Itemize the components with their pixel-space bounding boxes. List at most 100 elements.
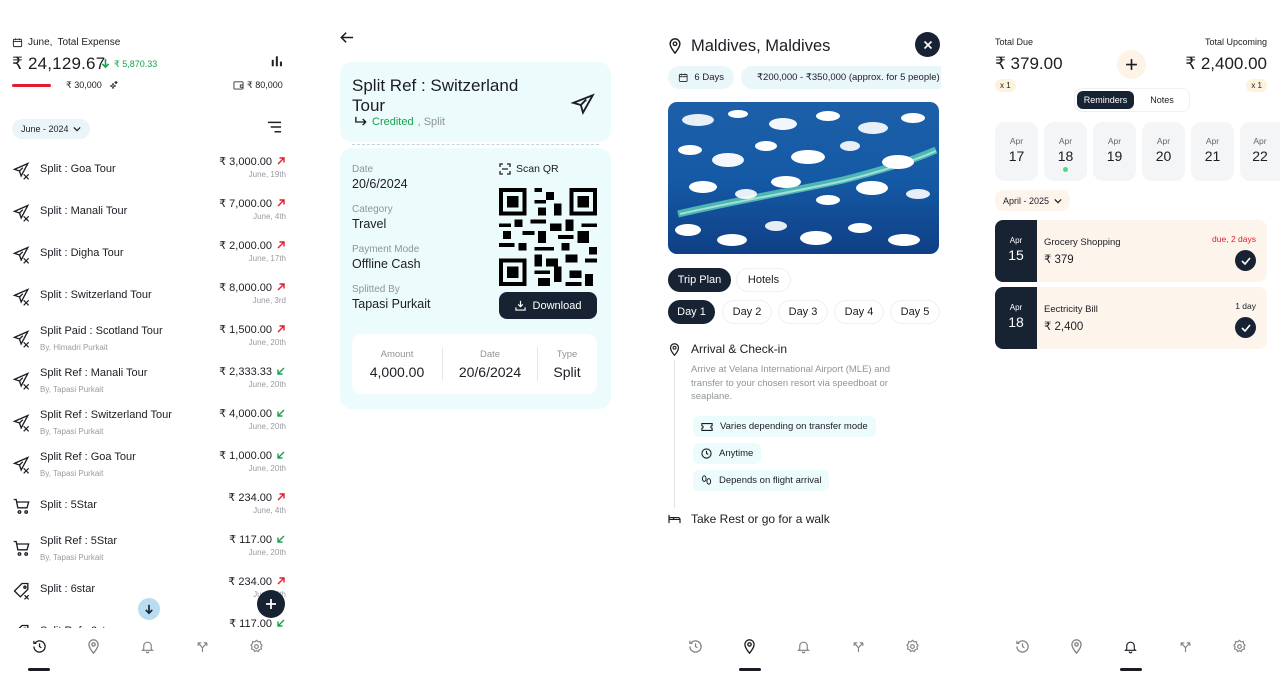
reminder-card[interactable]: Apr 18 Eectricity Bill ₹ 2,400 1 day — [995, 287, 1267, 349]
nav-bell[interactable] — [794, 636, 814, 656]
transaction-row[interactable]: Split Paid : Scotland Tour By, Himadri Pu… — [12, 323, 286, 359]
ticket-title-line1: Split Ref : Switzerland — [352, 76, 519, 95]
calendar-day[interactable]: Apr 17 — [995, 122, 1038, 181]
bar-chart-icon[interactable] — [270, 54, 284, 68]
tab-day-1[interactable]: Day 1 — [668, 300, 715, 324]
transaction-title: Split Paid : Scotland Tour — [40, 325, 163, 337]
settings-icon — [1232, 638, 1247, 654]
filter-icon[interactable] — [267, 121, 282, 133]
calendar-date: 21 — [1204, 148, 1221, 164]
download-button[interactable]: Download — [499, 292, 597, 319]
tab-trip-plan[interactable]: Trip Plan — [668, 268, 731, 292]
transaction-row[interactable]: Split : Switzerland Tour ₹ 8,000.00 June, … — [12, 281, 286, 317]
total-upcoming-count: x 1 — [1246, 79, 1267, 92]
transaction-subtitle: By, Tapasi Purkait — [40, 427, 104, 436]
transaction-row[interactable]: Split Ref : Manali Tour By, Tapasi Purkai… — [12, 365, 286, 401]
ticket-title: Split Ref : Switzerland Tour — [352, 76, 518, 116]
days-pill-text: 6 Days — [694, 72, 724, 83]
close-button[interactable] — [915, 32, 940, 57]
nav-bell[interactable] — [138, 636, 158, 656]
calendar-date: 19 — [1106, 148, 1123, 164]
status-suffix: , Split — [417, 116, 446, 128]
download-icon — [514, 300, 526, 311]
transaction-title: Split : 5Star — [40, 499, 97, 511]
toggle-reminders[interactable]: Reminders — [1077, 91, 1134, 109]
tab-hotels[interactable]: Hotels — [736, 268, 791, 292]
summary-date: Date 20/6/2024 — [443, 349, 537, 380]
ticket-summary: Amount 4,000.00 Date 20/6/2024 Type Spli… — [352, 334, 597, 394]
add-reminder-button[interactable] — [1117, 50, 1146, 79]
bed-icon — [668, 513, 681, 524]
month-selector[interactable]: June - 2024 — [12, 119, 90, 139]
arrow-down-left-icon — [276, 533, 286, 545]
expense-screen: June, Total Expense ₹ 24,129.67 ₹ 5,870.… — [0, 0, 300, 677]
nav-location[interactable] — [1067, 636, 1087, 656]
tab-day-5[interactable]: Day 5 — [890, 300, 940, 324]
scan-qr-text: Scan QR — [516, 163, 559, 175]
transaction-subtitle: By, Tapasi Purkait — [40, 385, 104, 394]
cart-split-icon — [12, 497, 32, 517]
month-label: June, — [28, 37, 53, 48]
calendar-day[interactable]: Apr 19 — [1093, 122, 1136, 181]
nav-location[interactable] — [84, 636, 104, 656]
reminder-day: 18 — [1008, 314, 1024, 330]
reminder-amount: ₹ 379 — [1044, 254, 1074, 266]
split-icon — [195, 639, 210, 654]
scroll-down-button[interactable] — [138, 598, 160, 620]
check-icon — [1240, 323, 1251, 332]
month-selector-label: April - 2025 — [1003, 195, 1050, 206]
transaction-amount: ₹ 234.00 — [228, 576, 272, 588]
transaction-row[interactable]: Split : Manali Tour ₹ 7,000.00 June, 4th — [12, 197, 286, 233]
nav-settings[interactable] — [247, 636, 267, 656]
nav-split[interactable] — [192, 636, 212, 656]
split-icon — [851, 639, 866, 654]
summary-amount-label: Amount — [380, 348, 414, 360]
transaction-row[interactable]: Split : 5Star ₹ 234.00 June, 4th — [12, 491, 286, 527]
location-pin-icon — [669, 343, 680, 356]
calendar-day[interactable]: Apr 20 — [1142, 122, 1185, 181]
toggle-notes[interactable]: Notes — [1137, 91, 1187, 109]
transaction-row[interactable]: Split : Digha Tour ₹ 2,000.00 June, 17th — [12, 239, 286, 275]
location-icon — [743, 638, 756, 654]
mark-paid-button[interactable] — [1235, 317, 1256, 338]
nav-history[interactable] — [685, 636, 705, 656]
transaction-subtitle: By, Himadri Purkait — [40, 343, 108, 352]
transaction-amount: ₹ 4,000.00 — [219, 408, 272, 420]
nav-location[interactable] — [738, 636, 761, 671]
budget-pill: ₹200,000 - ₹350,000 (approx. for 5 peopl… — [741, 66, 941, 89]
reminder-card[interactable]: Apr 15 Grocery Shopping ₹ 379 due, 2 days — [995, 220, 1267, 282]
month-selector[interactable]: April - 2025 — [995, 190, 1071, 211]
chip-flight-arrival: Depends on flight arrival — [693, 470, 830, 491]
nav-split[interactable] — [848, 636, 868, 656]
arrow-up-right-icon — [276, 239, 286, 251]
tab-day-3[interactable]: Day 3 — [778, 300, 828, 324]
days-pill: 6 Days — [668, 66, 734, 89]
tab-day-4[interactable]: Day 4 — [834, 300, 884, 324]
transaction-row[interactable]: Split Ref : Switzerland Tour By, Tapasi P… — [12, 407, 286, 443]
date-block: Date 20/6/2024 — [352, 164, 408, 191]
nav-history[interactable] — [28, 636, 51, 671]
splitted-label: Splitted By — [352, 284, 400, 295]
nav-settings[interactable] — [1230, 636, 1250, 656]
back-arrow-icon[interactable] — [340, 31, 354, 44]
calendar-day[interactable]: Apr 22 — [1240, 122, 1280, 181]
settings-icon — [905, 638, 920, 654]
transaction-row[interactable]: Split Ref : Goa Tour By, Tapasi Purkait ₹ … — [12, 449, 286, 485]
chip-anytime: Anytime — [693, 443, 762, 464]
transaction-row[interactable]: Split : Goa Tour ₹ 3,000.00 June, 19th — [12, 155, 286, 191]
add-transaction-button[interactable] — [257, 590, 285, 618]
calendar-day[interactable]: Apr 21 — [1191, 122, 1234, 181]
tab-day-2[interactable]: Day 2 — [722, 300, 772, 324]
nav-split[interactable] — [1175, 636, 1195, 656]
calendar-day[interactable]: Apr 18 — [1044, 122, 1087, 181]
mark-paid-button[interactable] — [1235, 250, 1256, 271]
chip-text: Anytime — [719, 448, 754, 459]
transaction-row[interactable]: Split Ref : 5Star By, Tapasi Purkait ₹ 117… — [12, 533, 286, 569]
scan-qr-label[interactable]: Scan QR — [499, 163, 559, 175]
nav-history[interactable] — [1012, 636, 1032, 656]
arrow-up-right-icon — [276, 155, 286, 167]
nav-settings[interactable] — [903, 636, 923, 656]
nav-bell[interactable] — [1119, 636, 1142, 671]
timeline-line — [674, 360, 675, 508]
summary-date-label: Date — [479, 348, 501, 360]
